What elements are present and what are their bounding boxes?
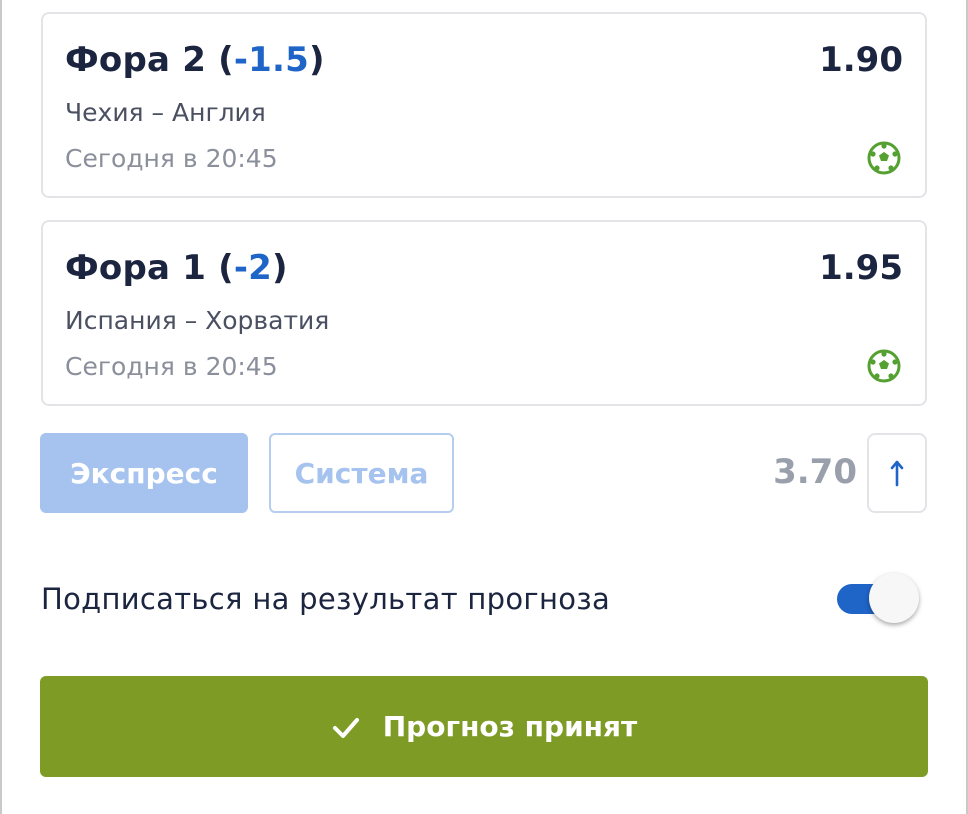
bet-odds: 1.90 bbox=[819, 40, 903, 80]
subscribe-label: Подписаться на результат прогноза bbox=[41, 582, 611, 616]
soccer-ball-icon bbox=[867, 349, 901, 383]
system-button[interactable]: Система bbox=[269, 433, 454, 513]
prediction-accepted-button[interactable]: Прогноз принят bbox=[40, 676, 928, 777]
subscribe-toggle[interactable] bbox=[837, 572, 921, 624]
bet-odds: 1.95 bbox=[819, 248, 903, 288]
total-odds: 3.70 bbox=[773, 452, 857, 492]
express-button[interactable]: Экспресс bbox=[40, 433, 248, 513]
match-teams: Испания – Хорватия bbox=[65, 306, 330, 335]
bet-market: Фора 1 (-2) bbox=[65, 248, 288, 288]
expand-odds-button[interactable] bbox=[867, 433, 927, 513]
market-prefix: Фора 1 ( bbox=[65, 248, 234, 288]
checkmark-icon bbox=[332, 717, 359, 738]
match-teams: Чехия – Англия bbox=[65, 98, 266, 127]
soccer-ball-icon bbox=[867, 141, 901, 175]
bet-market: Фора 2 (-1.5) bbox=[65, 40, 325, 80]
window-border-left bbox=[0, 0, 2, 814]
bet-card[interactable]: Фора 2 (-1.5) 1.90 Чехия – Англия Сегодн… bbox=[41, 12, 927, 198]
handicap-value: -1.5 bbox=[233, 40, 309, 80]
market-suffix: ) bbox=[272, 248, 288, 288]
bet-card[interactable]: Фора 1 (-2) 1.95 Испания – Хорватия Сего… bbox=[41, 220, 927, 406]
market-suffix: ) bbox=[308, 40, 325, 80]
match-time: Сегодня в 20:45 bbox=[65, 352, 278, 381]
toggle-knob bbox=[869, 573, 919, 623]
market-prefix: Фора 2 ( bbox=[65, 40, 234, 80]
arrow-up-icon bbox=[890, 460, 904, 487]
submit-label: Прогноз принят bbox=[382, 710, 638, 743]
match-time: Сегодня в 20:45 bbox=[65, 144, 278, 173]
handicap-value: -2 bbox=[233, 248, 272, 288]
